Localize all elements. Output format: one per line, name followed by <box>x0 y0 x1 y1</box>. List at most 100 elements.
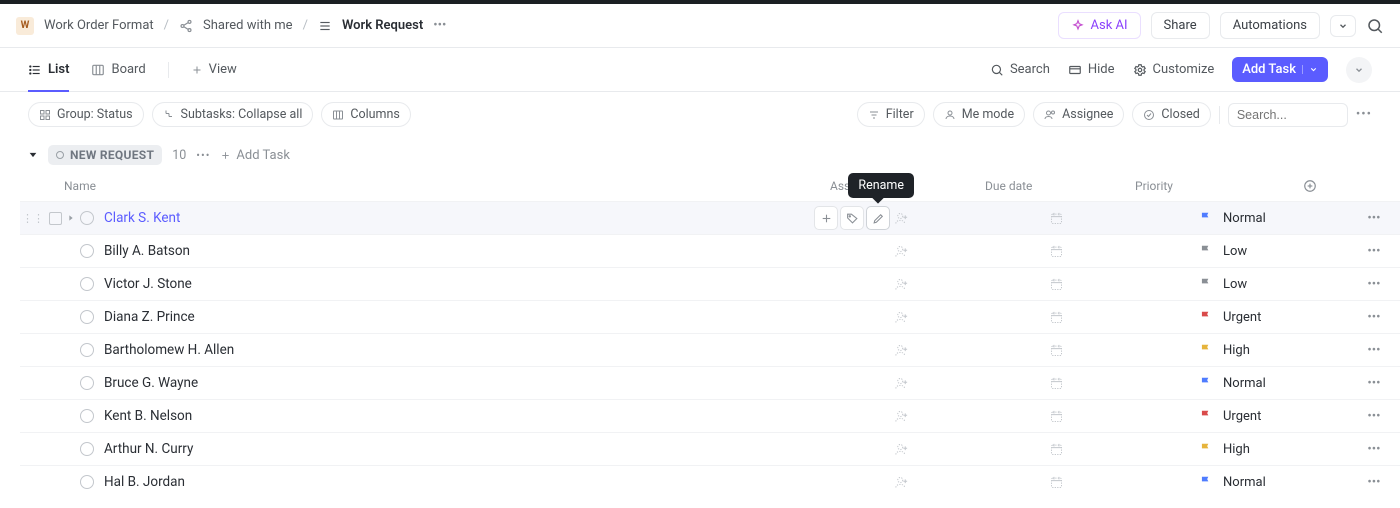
due-date-cell[interactable] <box>1049 244 1199 259</box>
breadcrumb-shared[interactable]: Shared with me <box>203 18 293 33</box>
table-row[interactable]: ⋮⋮ Arthur N. Curry High ••• <box>20 432 1400 465</box>
table-row[interactable]: ⋮⋮ Hal B. Jordan Normal ••• <box>20 465 1400 498</box>
status-pill[interactable]: NEW REQUEST <box>48 145 162 165</box>
toolbar-more-icon[interactable]: ••• <box>1356 107 1372 122</box>
me-mode-chip[interactable]: Me mode <box>933 102 1025 127</box>
task-name[interactable]: Bartholomew H. Allen <box>104 342 794 358</box>
chevron-down-icon[interactable] <box>1302 65 1318 74</box>
due-date-cell[interactable] <box>1049 376 1199 391</box>
due-date-cell[interactable] <box>1049 211 1199 226</box>
row-more-icon[interactable]: ••• <box>1359 409 1389 424</box>
automations-button[interactable]: Automations <box>1220 12 1320 39</box>
row-more-icon[interactable]: ••• <box>1359 475 1389 490</box>
priority-cell[interactable]: Low <box>1199 277 1359 292</box>
add-view-button[interactable]: View <box>191 48 237 92</box>
breadcrumb-more-icon[interactable]: ••• <box>433 18 446 33</box>
global-search-icon[interactable] <box>1366 17 1384 35</box>
view-more-button[interactable] <box>1346 57 1372 83</box>
assignee-cell[interactable] <box>894 475 1049 490</box>
task-name[interactable]: Victor J. Stone <box>104 276 794 292</box>
due-date-cell[interactable] <box>1049 343 1199 358</box>
assignee-cell[interactable] <box>894 211 1049 226</box>
add-task-button[interactable]: Add Task <box>1232 57 1328 82</box>
priority-cell[interactable]: Urgent <box>1199 310 1359 325</box>
assignee-cell[interactable] <box>894 244 1049 259</box>
due-date-cell[interactable] <box>1049 277 1199 292</box>
col-header-due[interactable]: Due date <box>985 179 1135 193</box>
priority-cell[interactable]: Normal <box>1199 376 1359 391</box>
row-more-icon[interactable]: ••• <box>1359 343 1389 358</box>
row-more-icon[interactable]: ••• <box>1359 442 1389 457</box>
search-input[interactable] <box>1228 103 1348 127</box>
priority-cell[interactable]: Normal <box>1199 475 1359 490</box>
table-row[interactable]: ⋮⋮ Bartholomew H. Allen High ••• <box>20 333 1400 366</box>
status-ring-icon[interactable] <box>80 310 94 324</box>
tab-board[interactable]: Board <box>91 48 145 92</box>
status-ring-icon[interactable] <box>80 211 94 225</box>
row-more-icon[interactable]: ••• <box>1359 376 1389 391</box>
priority-cell[interactable]: Urgent <box>1199 409 1359 424</box>
breadcrumb-current[interactable]: Work Request <box>342 18 423 33</box>
breadcrumb-workspace[interactable]: Work Order Format <box>44 18 154 33</box>
priority-cell[interactable]: Low <box>1199 244 1359 259</box>
assignee-cell[interactable] <box>894 409 1049 424</box>
hide-button[interactable]: Hide <box>1068 62 1115 77</box>
due-date-cell[interactable] <box>1049 409 1199 424</box>
assignee-chip[interactable]: Assignee <box>1033 102 1124 127</box>
table-row[interactable]: ⋮⋮ Diana Z. Prince Urgent ••• <box>20 300 1400 333</box>
customize-button[interactable]: Customize <box>1133 62 1215 77</box>
drag-handle-icon[interactable]: ⋮⋮ <box>22 212 44 225</box>
assignee-cell[interactable] <box>894 376 1049 391</box>
group-collapse-icon[interactable] <box>28 150 38 160</box>
row-more-icon[interactable]: ••• <box>1359 211 1389 226</box>
ask-ai-button[interactable]: Ask AI <box>1058 12 1141 39</box>
status-ring-icon[interactable] <box>80 277 94 291</box>
tag-icon[interactable] <box>840 206 864 230</box>
task-name[interactable]: Hal B. Jordan <box>104 474 794 490</box>
table-row[interactable]: ⋮⋮ Bruce G. Wayne Normal ••• <box>20 366 1400 399</box>
table-row[interactable]: ⋮⋮ Billy A. Batson Low ••• <box>20 234 1400 267</box>
table-row[interactable]: ⋮⋮ Kent B. Nelson Urgent ••• <box>20 399 1400 432</box>
due-date-cell[interactable] <box>1049 475 1199 490</box>
task-name[interactable]: Billy A. Batson <box>104 243 794 259</box>
task-name[interactable]: Clark S. Kent <box>104 210 794 226</box>
task-name[interactable]: Diana Z. Prince <box>104 309 794 325</box>
group-add-task[interactable]: Add Task <box>220 148 290 163</box>
status-ring-icon[interactable] <box>80 244 94 258</box>
columns-chip[interactable]: Columns <box>321 102 411 127</box>
assignee-cell[interactable] <box>894 310 1049 325</box>
assignee-cell[interactable] <box>894 442 1049 457</box>
table-row[interactable]: ⋮⋮ Clark S. Kent Rename Normal ••• <box>20 201 1400 234</box>
status-ring-icon[interactable] <box>80 343 94 357</box>
status-ring-icon[interactable] <box>80 376 94 390</box>
status-ring-icon[interactable] <box>80 409 94 423</box>
row-more-icon[interactable]: ••• <box>1359 310 1389 325</box>
col-header-name[interactable]: Name <box>60 179 830 193</box>
search-button[interactable]: Search <box>990 62 1050 77</box>
group-more-icon[interactable]: ••• <box>196 149 210 162</box>
tab-list[interactable]: List <box>28 48 69 92</box>
expand-icon[interactable] <box>62 214 80 222</box>
filter-chip[interactable]: Filter <box>857 102 925 127</box>
status-ring-icon[interactable] <box>80 442 94 456</box>
task-name[interactable]: Kent B. Nelson <box>104 408 794 424</box>
group-chip[interactable]: Group: Status <box>28 102 144 127</box>
assignee-cell[interactable] <box>894 343 1049 358</box>
add-subtask-icon[interactable] <box>814 206 838 230</box>
row-more-icon[interactable]: ••• <box>1359 244 1389 259</box>
col-header-priority[interactable]: Priority <box>1135 179 1295 193</box>
table-row[interactable]: ⋮⋮ Victor J. Stone Low ••• <box>20 267 1400 300</box>
task-name[interactable]: Bruce G. Wayne <box>104 375 794 391</box>
rename-icon[interactable] <box>866 206 890 230</box>
share-button[interactable]: Share <box>1151 12 1210 39</box>
status-ring-icon[interactable] <box>80 475 94 489</box>
row-more-icon[interactable]: ••• <box>1359 277 1389 292</box>
priority-cell[interactable]: High <box>1199 343 1359 358</box>
automations-more-button[interactable] <box>1330 15 1356 37</box>
add-column-button[interactable] <box>1295 179 1325 193</box>
due-date-cell[interactable] <box>1049 310 1199 325</box>
subtasks-chip[interactable]: Subtasks: Collapse all <box>152 102 314 127</box>
assignee-cell[interactable] <box>894 277 1049 292</box>
priority-cell[interactable]: High <box>1199 442 1359 457</box>
row-checkbox[interactable] <box>49 212 62 225</box>
